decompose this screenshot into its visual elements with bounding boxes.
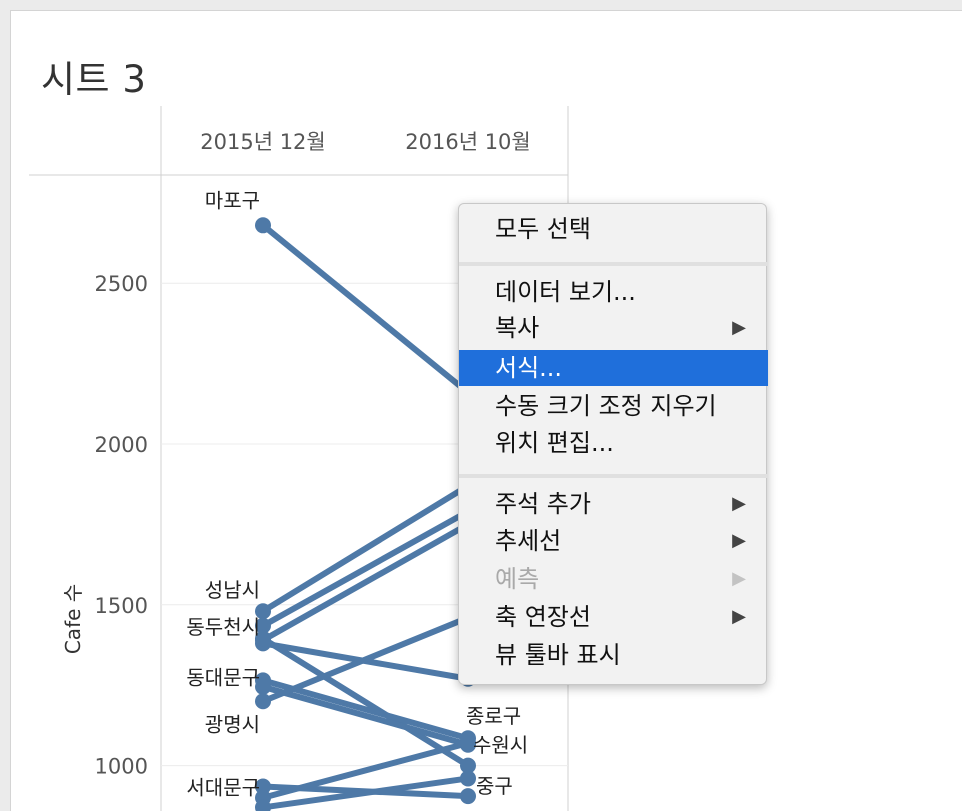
data-point[interactable] [460,770,476,787]
submenu-arrow-icon: ▶ [732,606,746,627]
data-point[interactable] [255,693,271,710]
menu-item[interactable]: 수동 크기 조정 지우기 [459,388,768,424]
menu-item[interactable]: 주석 추가 ▶ [459,486,768,522]
menu-item[interactable]: 위치 편집... [459,425,768,461]
series-line[interactable] [260,222,471,396]
mark-label: 수원시 [473,733,528,757]
menu-item[interactable]: 추세선 ▶ [459,523,768,559]
menu-item-label: 축 연장선 [495,603,591,631]
mark-label: 서대문구 [186,776,260,800]
menu-item-label: 추세선 [495,527,562,555]
column-header: 2016년 10월 [405,130,530,154]
menu-item-label: 수동 크기 조정 지우기 [495,392,717,420]
series-line[interactable] [260,683,471,748]
mark-label: 중구 [476,774,513,798]
menu-item[interactable]: 축 연장선 ▶ [459,599,768,635]
context-menu[interactable]: 모두 선택데이터 보기... 복사 ▶ 서식... 수동 크기 조정 지우기위치 편집.… [458,203,768,685]
menu-item-label: 모두 선택 [495,215,591,243]
menu-item[interactable]: 서식... [459,350,768,386]
menu-item-label: 복사 [495,314,540,342]
y-tick-label: 2000 [95,433,148,457]
menu-item-label: 데이터 보기... [495,278,636,306]
mark-label: 동대문구 [186,665,260,689]
menu-item[interactable]: 모두 선택 [459,211,768,247]
menu-item[interactable]: 데이터 보기... [459,274,768,310]
mark-label: 동두천시 [186,615,260,639]
mark-label: 종로구 [466,704,521,728]
mark-label: 성남시 [205,578,260,602]
column-header: 2015년 12월 [200,130,325,154]
menu-item-label: 주석 추가 [495,490,591,518]
y-tick-label: 2500 [95,272,148,296]
submenu-arrow-icon: ▶ [732,317,746,338]
y-axis-title: Cafe 수 [61,584,85,654]
menu-item: 예측 ▶ [459,561,768,597]
submenu-arrow-icon: ▶ [732,568,746,589]
data-point[interactable] [460,788,476,805]
menu-separator [459,474,768,478]
menu-item-label: 서식... [495,354,563,382]
series-line[interactable] [260,482,471,615]
series-line[interactable] [260,521,471,644]
menu-separator [459,262,768,266]
submenu-arrow-icon: ▶ [732,493,746,514]
menu-item-label: 뷰 툴바 표시 [495,641,621,669]
menu-item[interactable]: 뷰 툴바 표시 [459,637,768,673]
mark-label: 광명시 [205,712,260,736]
menu-item-label: 예측 [495,565,540,593]
menu-item[interactable]: 복사 ▶ [459,310,768,346]
menu-item-label: 위치 편집... [495,429,614,457]
y-tick-label: 1000 [95,755,148,779]
y-tick-label: 1500 [95,594,148,618]
submenu-arrow-icon: ▶ [732,530,746,551]
data-point[interactable] [255,217,271,234]
series-line[interactable] [260,508,471,629]
mark-label: 마포구 [205,188,260,212]
